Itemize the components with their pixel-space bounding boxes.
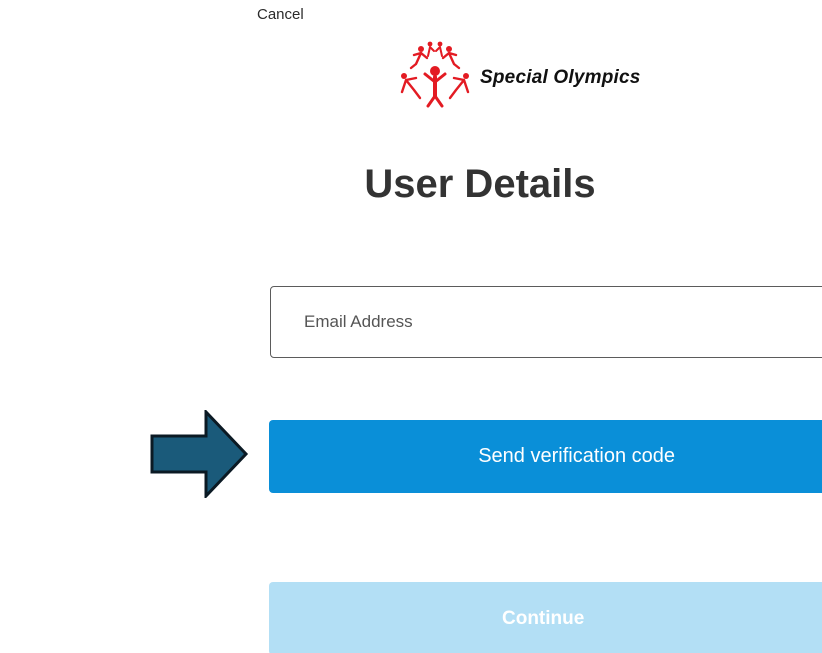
- send-verification-code-label: Send verification code: [478, 445, 675, 467]
- email-field[interactable]: [270, 286, 822, 358]
- continue-label: Continue: [502, 607, 585, 629]
- continue-button[interactable]: Continue: [269, 582, 822, 653]
- brand-name: Special Olympics: [480, 67, 641, 88]
- send-verification-code-button[interactable]: Send verification code: [269, 420, 822, 493]
- special-olympics-logo-icon: [400, 41, 470, 108]
- special-olympics-logo: Special Olympics: [394, 38, 641, 120]
- cancel-link[interactable]: Cancel: [257, 6, 304, 23]
- right-arrow-icon: [150, 410, 249, 498]
- user-details-page: Cancel Special Olympics User Details Ema…: [0, 0, 822, 653]
- page-title: User Details: [364, 162, 596, 206]
